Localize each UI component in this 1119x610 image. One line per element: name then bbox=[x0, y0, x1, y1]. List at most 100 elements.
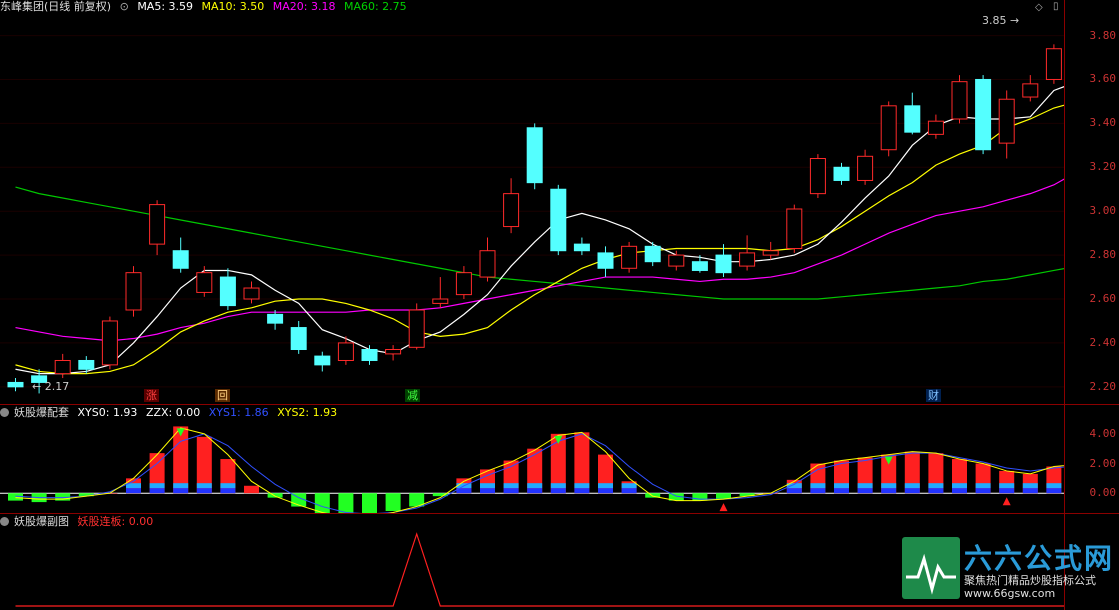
indicator-chart-1[interactable] bbox=[0, 405, 1064, 513]
ma60-line bbox=[15, 186, 1064, 300]
indicator-marker-bottom bbox=[928, 488, 944, 494]
ma20-label: MA20: 3.18 bbox=[272, 0, 336, 13]
candle bbox=[857, 149, 874, 185]
settings-icon[interactable]: ⊙ bbox=[120, 0, 129, 13]
indicator-bar bbox=[267, 493, 283, 498]
indicator-marker-bottom bbox=[999, 488, 1015, 494]
indicator-marker-top bbox=[928, 483, 944, 489]
candle-body bbox=[361, 349, 378, 361]
indicator-marker-top bbox=[173, 483, 189, 489]
logo-brand: 六六公式网 bbox=[964, 542, 1115, 575]
candle-body bbox=[880, 105, 897, 151]
candle-body bbox=[975, 78, 992, 151]
indicator-marker-bottom bbox=[881, 488, 897, 494]
candlestick-chart[interactable] bbox=[0, 0, 1064, 404]
ma60-label: MA60: 2.75 bbox=[343, 0, 407, 13]
candle-body bbox=[290, 327, 307, 351]
indicator-marker-top bbox=[975, 483, 991, 489]
candle bbox=[668, 250, 685, 271]
indicator-bar bbox=[314, 493, 330, 513]
candle bbox=[361, 345, 378, 365]
candle-body bbox=[479, 250, 496, 278]
candle-body bbox=[7, 381, 24, 388]
candle-body bbox=[54, 359, 71, 375]
indicator-marker-bottom bbox=[952, 488, 967, 494]
candle bbox=[904, 92, 921, 135]
main-header: 东峰集团(日线 前复权) ⊙ MA5: 3.59 MA10: 3.50 MA20… bbox=[0, 0, 412, 14]
candle-body bbox=[668, 254, 685, 267]
candle bbox=[573, 237, 590, 256]
indicator-bar bbox=[338, 493, 354, 513]
main-price-axis: ◇ ▯ 3.80 3.60 3.40 3.20 3.00 2.80 2.60 2.40 2.20 bbox=[1035, 0, 1119, 404]
candle bbox=[975, 75, 992, 155]
indicator-panel-1[interactable]: 妖股爆配套 XYS0: 1.93 ZZX: 0.00 XYS1: 1.86 XY… bbox=[0, 405, 1064, 513]
indicator-2-title[interactable]: 妖股爆副图 bbox=[14, 515, 69, 528]
candle bbox=[54, 353, 71, 379]
candle-body bbox=[125, 272, 142, 311]
indicator-marker-top bbox=[550, 483, 566, 489]
candle bbox=[385, 345, 402, 361]
candle bbox=[786, 204, 803, 253]
candle bbox=[290, 320, 307, 354]
candle-body bbox=[927, 120, 944, 135]
window-toggle-icon[interactable]: ▯ bbox=[1053, 1, 1059, 12]
candle-body bbox=[951, 81, 968, 120]
price-tick-label: 2.20 bbox=[1089, 379, 1117, 393]
candle bbox=[998, 90, 1015, 159]
main-chart-panel[interactable]: 东峰集团(日线 前复权) ⊙ MA5: 3.59 MA10: 3.50 MA20… bbox=[0, 0, 1064, 404]
candle-body bbox=[408, 309, 425, 348]
tag-zhang[interactable]: 涨 bbox=[144, 389, 159, 402]
indicator-marker-bottom bbox=[975, 488, 991, 494]
candle bbox=[762, 241, 779, 260]
candle-body bbox=[644, 245, 661, 263]
indicator-marker-bottom bbox=[810, 488, 826, 494]
indicator-marker-top bbox=[527, 483, 543, 489]
price-tick-label: 3.40 bbox=[1089, 116, 1117, 130]
candle-body bbox=[904, 105, 921, 133]
indicator-2-settings-icon[interactable] bbox=[0, 517, 9, 526]
indicator-marker-bottom bbox=[527, 488, 543, 494]
candle-body bbox=[786, 208, 803, 250]
candle bbox=[951, 75, 968, 124]
candle bbox=[267, 309, 284, 330]
tag-cai[interactable]: 财 bbox=[926, 389, 941, 402]
indicator-1-settings-icon[interactable] bbox=[0, 408, 9, 417]
indicator-marker-bottom bbox=[621, 488, 637, 494]
indicator-marker-bottom bbox=[550, 488, 566, 494]
indicator-marker-top bbox=[1046, 483, 1062, 489]
indicator-marker-top bbox=[480, 483, 495, 489]
candle bbox=[597, 246, 614, 278]
candle bbox=[479, 237, 496, 282]
stock-title[interactable]: 东峰集团(日线 前复权) bbox=[0, 0, 111, 13]
tag-hui[interactable]: 回 bbox=[215, 389, 230, 402]
price-tick-label: 2.40 bbox=[1089, 335, 1117, 349]
candle bbox=[739, 235, 756, 271]
high-price-label: 3.85 → bbox=[982, 14, 1020, 27]
candle bbox=[172, 237, 189, 273]
candle bbox=[7, 378, 24, 392]
candle-body bbox=[172, 250, 189, 269]
indicator-marker-bottom bbox=[149, 488, 165, 494]
xys0-label: XYS0: 1.93 bbox=[77, 406, 138, 419]
candle-body bbox=[833, 166, 850, 181]
candle bbox=[125, 266, 142, 317]
candle bbox=[809, 154, 826, 199]
candle-body bbox=[432, 298, 449, 304]
tag-jian[interactable]: 减 bbox=[405, 389, 420, 402]
candle-body bbox=[857, 155, 874, 181]
indicator-bar bbox=[385, 493, 401, 511]
low-price-label: ← 2.17 bbox=[32, 380, 70, 393]
candle bbox=[621, 241, 638, 273]
diamond-icon[interactable]: ◇ bbox=[1035, 2, 1043, 13]
indicator-marker-top bbox=[574, 483, 590, 489]
candle-body bbox=[243, 287, 260, 300]
candle-body bbox=[337, 342, 354, 361]
candle-body bbox=[691, 261, 708, 271]
candle-body bbox=[998, 98, 1015, 144]
indicator-marker-top bbox=[1022, 483, 1038, 489]
indicator-1-title[interactable]: 妖股爆配套 bbox=[14, 406, 69, 419]
candle bbox=[408, 303, 425, 350]
buy-arrow-icon bbox=[719, 503, 728, 512]
candle bbox=[243, 281, 260, 304]
price-tick-label: 3.20 bbox=[1089, 160, 1117, 174]
